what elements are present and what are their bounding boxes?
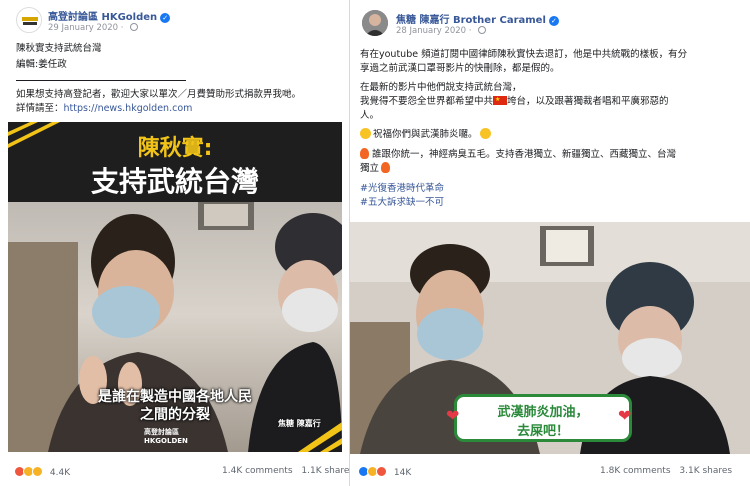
post-body-line: 人。 xyxy=(360,110,380,121)
watermark-line1: 高登討論區 xyxy=(144,428,179,436)
video-banner: 陳秋實: 支持武統台灣 xyxy=(8,122,342,202)
china-flag-icon: ★ xyxy=(493,96,508,105)
hkgolden-news-link[interactable]: https://news.hkgolden.com xyxy=(64,103,193,114)
profile-photo-icon xyxy=(362,10,388,36)
engagement-stats: 1.4K comments 1.1K shares xyxy=(222,466,354,476)
comments-count[interactable]: 1.4K comments xyxy=(222,466,293,476)
post-date-text[interactable]: 28 January 2020 · xyxy=(396,26,474,36)
reactions-summary[interactable]: 14K xyxy=(358,466,411,478)
hashtag-link[interactable]: #光復香港時代革命 xyxy=(360,182,444,196)
globe-icon xyxy=(478,26,487,34)
post-body-line: 編輯:姜任政 xyxy=(16,59,67,70)
page-name-link[interactable]: 高登討論區 HKGolden xyxy=(48,12,157,23)
post-date[interactable]: 28 January 2020 · xyxy=(396,26,487,36)
video-player[interactable]: 陳秋實: 支持武統台灣 是誰在製造中國各地人民 之間的分裂 焦糖 陳嘉行 高登討… xyxy=(8,122,342,452)
video-subtitle-line1: 是誰在製造中國各地人民 xyxy=(98,389,252,405)
verified-badge-icon: ✓ xyxy=(160,13,171,23)
post-date[interactable]: 29 January 2020 · xyxy=(48,23,139,33)
watermark-line2: HKGOLDEN xyxy=(144,437,188,445)
post-hkgolden: 高登討論區 HKGolden ✓ 29 January 2020 · 陳秋實支持武… xyxy=(0,0,354,486)
video-scene: 是誰在製造中國各地人民 之間的分裂 焦糖 陳嘉行 高登討論區 HKGOLDEN xyxy=(8,202,342,452)
post-body-fragment: 垮台，以及跟著獨裁者唱和平廣邪惡的 xyxy=(507,96,669,107)
post-body-line: 我覺得不要怨全世界都希望中共 ★ 垮台，以及跟著獨裁者唱和平廣邪惡的 xyxy=(360,95,669,109)
post-brother-caramel: 焦糖 陳嘉行 Brother Caramel ✓ 28 January 2020 … xyxy=(350,0,750,486)
post-body-line: 祝福你們與武漢肺炎囉。 xyxy=(360,128,491,142)
page-name-link[interactable]: 焦糖 陳嘉行 Brother Caramel xyxy=(396,15,546,26)
post-date-text[interactable]: 29 January 2020 · xyxy=(48,23,126,33)
video-caption-box: 武漢肺炎加油， 去屎吧！ xyxy=(454,394,632,442)
heart-icon: ❤ xyxy=(446,406,460,425)
video-watermark-logo: 高登討論區 HKGOLDEN xyxy=(144,428,188,446)
fire-emoji-icon xyxy=(381,162,391,173)
video-title-line1: 陳秋實: xyxy=(137,136,213,161)
engagement-stats: 1.8K comments 3.1K shares xyxy=(600,466,732,476)
smile-emoji-icon xyxy=(360,128,371,139)
shares-count[interactable]: 1.1K shares xyxy=(301,466,354,476)
page-avatar[interactable] xyxy=(16,7,42,33)
video-player[interactable]: 武漢肺炎加油， 去屎吧！ ❤ ❤ xyxy=(350,222,750,454)
video-caption-line1: 武漢肺炎加油， xyxy=(497,405,589,420)
post-body-fragment: 誰跟你統一，神經病臭五毛。支持香港獨立、新疆獨立、西藏獨立、台灣 xyxy=(372,149,677,160)
reactions-summary[interactable]: 4.4K xyxy=(14,466,70,478)
footer-note-line: 詳情請至：https://news.hkgolden.com xyxy=(16,102,192,116)
hashtag-link[interactable]: #五大訴求缺一不可 xyxy=(360,196,444,210)
reactions-count[interactable]: 14K xyxy=(394,468,411,478)
heart-icon: ❤ xyxy=(618,406,632,425)
post-body-line: 陳秋實支持武統台灣 xyxy=(16,43,102,54)
shares-count[interactable]: 3.1K shares xyxy=(679,466,732,476)
page-avatar[interactable] xyxy=(362,10,388,36)
video-title-line2: 支持武統台灣 xyxy=(90,165,259,198)
post-body-fragment: 祝福你們與武漢肺炎囉。 xyxy=(373,129,478,140)
page-name[interactable]: 焦糖 陳嘉行 Brother Caramel ✓ xyxy=(396,11,559,26)
video-credit: 焦糖 陳嘉行 xyxy=(278,419,321,428)
post-body-line: 有在youtube 頻道訂閱中國律師陳秋實快去退訂，他是中共統戰的樣板，有分 xyxy=(360,49,688,60)
video-caption-line2: 去屎吧！ xyxy=(516,424,569,439)
post-body-line: 誰跟你統一，神經病臭五毛。支持香港獨立、新疆獨立、西藏獨立、台灣 xyxy=(360,148,676,162)
post-body-line: 獨立 xyxy=(360,162,391,176)
post-body-line: 在最新的影片中他們說支持武統台灣， xyxy=(360,82,522,93)
footer-note-prefix: 詳情請至： xyxy=(16,103,64,114)
post-body-fragment: 我覺得不要怨全世界都希望中共 xyxy=(360,96,494,107)
angry-reaction-icon xyxy=(376,466,387,477)
post-body-fragment: 獨立 xyxy=(360,163,380,174)
fire-emoji-icon xyxy=(360,148,369,159)
wow-reaction-icon xyxy=(32,466,43,477)
reactions-count[interactable]: 4.4K xyxy=(50,468,70,478)
verified-badge-icon: ✓ xyxy=(548,16,559,26)
footer-note-line: 如果想支持高登記者，歡迎大家以單次／月費贊助形式捐款畀我哋。 xyxy=(16,89,302,100)
post-body-line: 享過之前武漢口罩哥影片的快刪除，都是假的。 xyxy=(360,63,560,74)
smile-emoji-icon xyxy=(479,128,491,139)
page-name[interactable]: 高登討論區 HKGolden ✓ xyxy=(48,8,171,23)
comments-count[interactable]: 1.8K comments xyxy=(600,466,671,476)
globe-icon xyxy=(130,23,139,31)
hkgolden-logo-icon xyxy=(18,9,41,32)
divider xyxy=(16,80,186,81)
